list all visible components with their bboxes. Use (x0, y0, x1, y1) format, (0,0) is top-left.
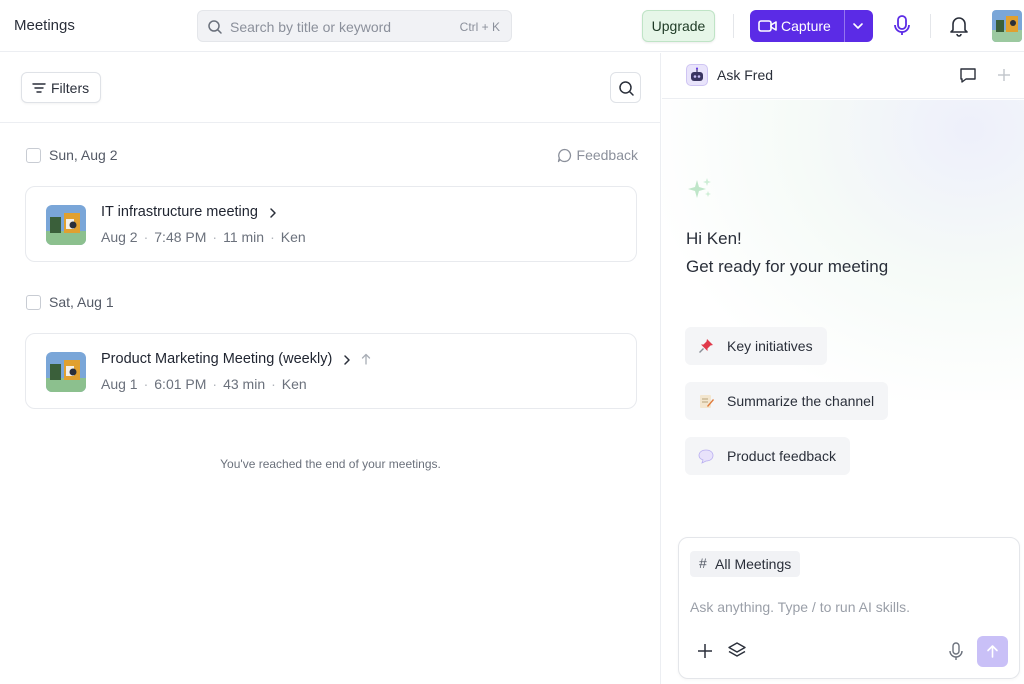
meeting-owner: Ken (281, 376, 307, 392)
capture-button[interactable]: Capture (750, 10, 873, 42)
arrow-up-icon (987, 645, 998, 658)
meeting-time: 6:01 PM (154, 376, 207, 392)
microphone-icon[interactable] (891, 14, 913, 38)
search-meetings-button[interactable] (610, 72, 641, 103)
meetings-panel: Filters Sun, Aug 2 Feedback IT infrastru… (0, 53, 661, 684)
search-shortcut: Ctrl + K (459, 20, 500, 34)
chat-composer: # All Meetings Ask anything. Type / to r… (678, 537, 1020, 679)
chevron-down-icon[interactable] (850, 18, 866, 34)
suggestion-label: Summarize the channel (727, 393, 875, 409)
chevron-right-icon (270, 208, 276, 218)
memo-icon (700, 395, 714, 408)
filters-label: Filters (51, 80, 90, 96)
date-label: Sat, Aug 1 (49, 294, 114, 310)
upgrade-button[interactable]: Upgrade (642, 10, 715, 42)
scope-label: All Meetings (715, 556, 792, 572)
end-of-list-message: You've reached the end of your meetings. (220, 457, 441, 471)
search-icon (619, 81, 634, 96)
select-day-checkbox[interactable] (26, 148, 41, 163)
meeting-card[interactable]: IT infrastructure meeting Aug 2 · 7:48 PM ·… (25, 186, 637, 262)
suggestion-label: Product feedback (727, 448, 836, 464)
meeting-thumbnail (46, 205, 86, 245)
divider (733, 14, 734, 38)
plus-icon[interactable] (996, 67, 1012, 83)
suggestion-label: Key initiatives (727, 338, 813, 354)
meeting-owner: Ken (280, 229, 306, 245)
page-title: Meetings (14, 17, 75, 34)
meeting-card[interactable]: Product Marketing Meeting (weekly) Aug 1… (25, 333, 637, 409)
search-placeholder: Search by title or keyword (230, 19, 392, 35)
meeting-time: 7:48 PM (154, 229, 207, 245)
suggestion-chip[interactable]: Product feedback (685, 437, 850, 475)
greeting: Hi Ken! (686, 229, 742, 248)
select-day-checkbox[interactable] (26, 295, 41, 310)
meeting-title[interactable]: IT infrastructure meeting (101, 204, 258, 220)
meeting-thumbnail (46, 352, 86, 392)
divider (0, 122, 661, 123)
meeting-date: Aug 1 (101, 376, 138, 392)
greeting-subtitle: Get ready for your meeting (686, 257, 889, 276)
assistant-name: Ask Fred (717, 67, 774, 83)
meeting-meta: Aug 2 · 7:48 PM · 11 min · Ken (101, 229, 306, 245)
sparkle-icon (688, 178, 711, 198)
suggestion-chip[interactable]: Summarize the channel (685, 382, 889, 420)
date-label: Sun, Aug 2 (49, 147, 118, 163)
microphone-icon[interactable] (948, 642, 964, 662)
plus-icon[interactable] (696, 642, 714, 660)
top-bar: Meetings Search by title or keyword Ctrl… (0, 0, 1024, 52)
scope-chip[interactable]: # All Meetings (690, 551, 801, 577)
divider (930, 14, 931, 38)
date-group-header: Sat, Aug 1 (26, 293, 638, 313)
filters-button[interactable]: Filters (21, 72, 101, 103)
pushpin-icon (699, 339, 713, 353)
date-group-header: Sun, Aug 2 Feedback (26, 146, 638, 166)
chat-icon[interactable] (959, 66, 977, 84)
bell-icon[interactable] (948, 14, 970, 38)
meeting-title[interactable]: Product Marketing Meeting (weekly) (101, 351, 332, 367)
assistant-header: Ask Fred (662, 53, 1024, 99)
meeting-duration: 43 min (223, 376, 266, 392)
chat-input[interactable]: Ask anything. Type / to run AI skills. (690, 599, 910, 615)
suggestion-chip[interactable]: Key initiatives (685, 327, 827, 365)
speech-bubble-icon (557, 148, 571, 163)
video-camera-icon (758, 20, 777, 32)
capture-label: Capture (781, 18, 831, 34)
feedback-label: Feedback (576, 147, 638, 163)
speech-bubble-icon (698, 449, 714, 464)
search-input[interactable]: Search by title or keyword Ctrl + K (197, 10, 512, 42)
meeting-duration: 11 min (223, 229, 265, 245)
share-upload-icon[interactable] (360, 352, 372, 366)
filter-icon (32, 83, 46, 93)
layers-icon[interactable] (727, 641, 747, 661)
send-button[interactable] (977, 636, 1008, 667)
assistant-panel: Ask Fred Hi Ken! Get ready for your meet… (662, 53, 1024, 684)
feedback-link[interactable]: Feedback (557, 147, 638, 163)
meeting-date: Aug 2 (101, 229, 138, 245)
search-icon (208, 20, 222, 34)
user-avatar[interactable] (992, 10, 1022, 42)
hash-icon: # (699, 555, 707, 571)
robot-icon (686, 64, 708, 86)
meeting-meta: Aug 1 · 6:01 PM · 43 min · Ken (101, 376, 307, 392)
chevron-right-icon (344, 355, 350, 365)
